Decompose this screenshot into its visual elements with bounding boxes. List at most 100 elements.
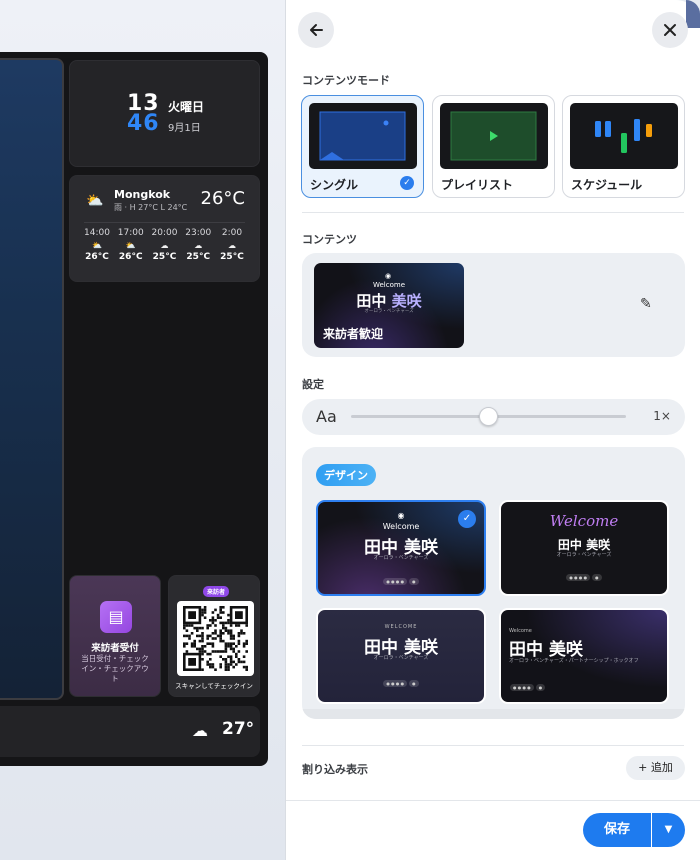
design-welcome: Welcome [549, 512, 619, 530]
close-button[interactable] [652, 12, 688, 48]
panel-corner [686, 0, 700, 28]
close-icon [664, 24, 676, 36]
weather-widget: ⛅ Mongkok 雨 · H 27°C L 24°C 26°C 14:00 ⛅… [69, 175, 260, 282]
cloud-icon: ☁ [194, 241, 203, 250]
partly-cloudy-icon: ⛅ [125, 241, 136, 250]
slider-thumb[interactable] [479, 407, 498, 426]
hourly-forecast: 14:00 ⛅ 26°C 17:00 ⛅ 26°C 20:00 ☁ 25°C 2… [82, 228, 247, 262]
back-button[interactable] [298, 12, 334, 48]
design-chips: ● ● ● ● ● [318, 578, 484, 585]
design-welcome: Welcome [509, 628, 532, 634]
hourly-temp: 26°C [118, 252, 143, 262]
add-label: 追加 [650, 761, 673, 774]
footer-divider [286, 800, 700, 801]
hourly-temp: 25°C [220, 252, 244, 262]
design-chips: ● ● ● ● ● [509, 684, 667, 691]
back-arrow-icon [310, 24, 323, 36]
single-thumbnail [309, 103, 417, 169]
visitor-subtitle: 当日受付・チェックイン・チェックアウト [81, 654, 149, 683]
thumbnail-company: オーロラ・ベンチャーズ [364, 309, 414, 314]
cloud-icon: ☁ [192, 721, 208, 740]
weather-description: 雨 · H 27°C L 24°C [114, 203, 188, 212]
add-button[interactable]: + 追加 [626, 756, 685, 780]
mode-label: プレイリスト [441, 178, 514, 192]
qr-caption: スキャンしてチェックイン [175, 682, 253, 690]
design-card[interactable]: Welcome 田中 美咲 オーロラ・ベンチャーズ ● ● ● ● ● [499, 500, 669, 596]
design-badge: デザイン [316, 464, 376, 486]
content-item[interactable]: ◉ Welcome 田中 美咲 オーロラ・ベンチャーズ 来訪者歓迎 [302, 253, 685, 357]
design-card[interactable]: Welcome 田中 美咲 オーロラ・ベンチャーズ・パートナーシップ・ホックオフ… [499, 608, 669, 704]
design-section: デザイン ◉ Welcome 田中 美咲 オーロラ・ベンチャーズ ● ● ● ●… [302, 447, 685, 719]
hourly-item: 14:00 ⛅ 26°C [82, 228, 112, 262]
partly-cloudy-icon: ⛅ [92, 241, 102, 250]
id-card-icon: ▤ [100, 601, 132, 633]
design-sub: オーロラ・ベンチャーズ・パートナーシップ・ホックオフ [509, 658, 639, 664]
hourly-time: 17:00 [117, 228, 144, 238]
main-content-area [0, 58, 64, 700]
logo-icon: ◉ [385, 272, 392, 280]
checkmark-icon: ✓ [458, 510, 476, 528]
design-chips: ● ● ● ● ● [318, 680, 484, 687]
content-thumbnail: ◉ Welcome 田中 美咲 オーロラ・ベンチャーズ 来訪者歓迎 [314, 263, 464, 348]
mode-label: スケジュール [571, 178, 643, 192]
design-card[interactable]: ◉ Welcome 田中 美咲 オーロラ・ベンチャーズ ● ● ● ● ● ✓ [316, 500, 486, 596]
weather-divider [84, 222, 245, 223]
settings-label: 設定 [302, 378, 324, 391]
qr-badge: 来訪者 [203, 586, 230, 597]
content-mode-label: コンテンツモード [302, 74, 390, 87]
hourly-time: 23:00 [185, 228, 212, 238]
hourly-temp: 25°C [186, 252, 211, 262]
mode-schedule-card[interactable]: スケジュール [562, 95, 685, 198]
visitor-title: 来訪者受付 [91, 643, 139, 654]
caret-down-icon: ▼ [664, 824, 673, 835]
hourly-temp: 25°C [152, 252, 177, 262]
divider [302, 745, 684, 746]
design-sub: オーロラ・ベンチャーズ [373, 655, 429, 661]
weather-city: Mongkok [114, 188, 171, 201]
checkmark-icon: ✓ [400, 176, 414, 190]
interrupt-label: 割り込み表示 [302, 763, 368, 776]
design-card[interactable]: WELCOME 田中 美咲 オーロラ・ベンチャーズ ● ● ● ● ● [316, 608, 486, 704]
font-size-slider[interactable]: Aa 1× [302, 399, 685, 435]
hourly-time: 20:00 [151, 228, 178, 238]
hourly-item: 2:00 ☁ 25°C [217, 228, 247, 262]
cloud-icon: ☁ [160, 241, 169, 250]
pencil-icon[interactable]: ✎ [640, 296, 652, 312]
design-sub: オーロラ・ベンチャーズ [556, 552, 612, 558]
qr-checkin-widget: 来訪者 スキャンしてチェックイン [168, 575, 260, 697]
content-item-label: 来訪者歓迎 [323, 327, 384, 341]
weather-temperature: 26°C [200, 188, 245, 209]
content-label: コンテンツ [302, 233, 357, 246]
hourly-item: 20:00 ☁ 25°C [150, 228, 180, 262]
visitor-reception-widget: ▤ 来訪者受付 当日受付・チェックイン・チェックアウト [69, 575, 161, 697]
hourly-time: 14:00 [84, 228, 110, 238]
font-size-icon: Aa [316, 407, 337, 426]
playlist-thumbnail [440, 103, 548, 169]
bottom-temperature: 27° [222, 719, 255, 739]
hourly-time: 2:00 [221, 228, 243, 238]
clock-weekday: 火曜日 [168, 100, 205, 114]
save-options-button[interactable]: ▼ [652, 813, 685, 847]
plus-icon: + [638, 761, 648, 774]
qr-code [177, 601, 254, 676]
clock-minutes: 46 [127, 111, 160, 136]
design-welcome: WELCOME [384, 624, 418, 630]
cloud-icon: ☁ [228, 241, 236, 250]
mode-playlist-card[interactable]: プレイリスト [432, 95, 555, 198]
hourly-item: 23:00 ☁ 25°C [183, 228, 213, 262]
clock-widget: 13 46 火曜日 9月1日 [69, 60, 260, 167]
partly-cloudy-icon: ⛅ [86, 193, 104, 209]
settings-panel: コンテンツモード シングル ✓ プレイリスト スケジュール コンテンツ ◉ We… [285, 0, 700, 860]
hourly-item: 17:00 ⛅ 26°C [116, 228, 146, 262]
design-chips: ● ● ● ● ● [501, 574, 667, 581]
save-button[interactable]: 保存 [583, 813, 651, 847]
hourly-temp: 26°C [85, 252, 109, 262]
mode-single-card[interactable]: シングル ✓ [301, 95, 424, 198]
schedule-thumbnail [570, 103, 678, 169]
clock-date: 9月1日 [168, 123, 201, 134]
design-scroll-edge [302, 709, 685, 719]
divider [302, 212, 684, 213]
bottom-weather-bar: ☁ 27° [0, 706, 260, 757]
design-sub: オーロラ・ベンチャーズ [373, 555, 429, 561]
font-size-value: 1× [653, 409, 671, 423]
